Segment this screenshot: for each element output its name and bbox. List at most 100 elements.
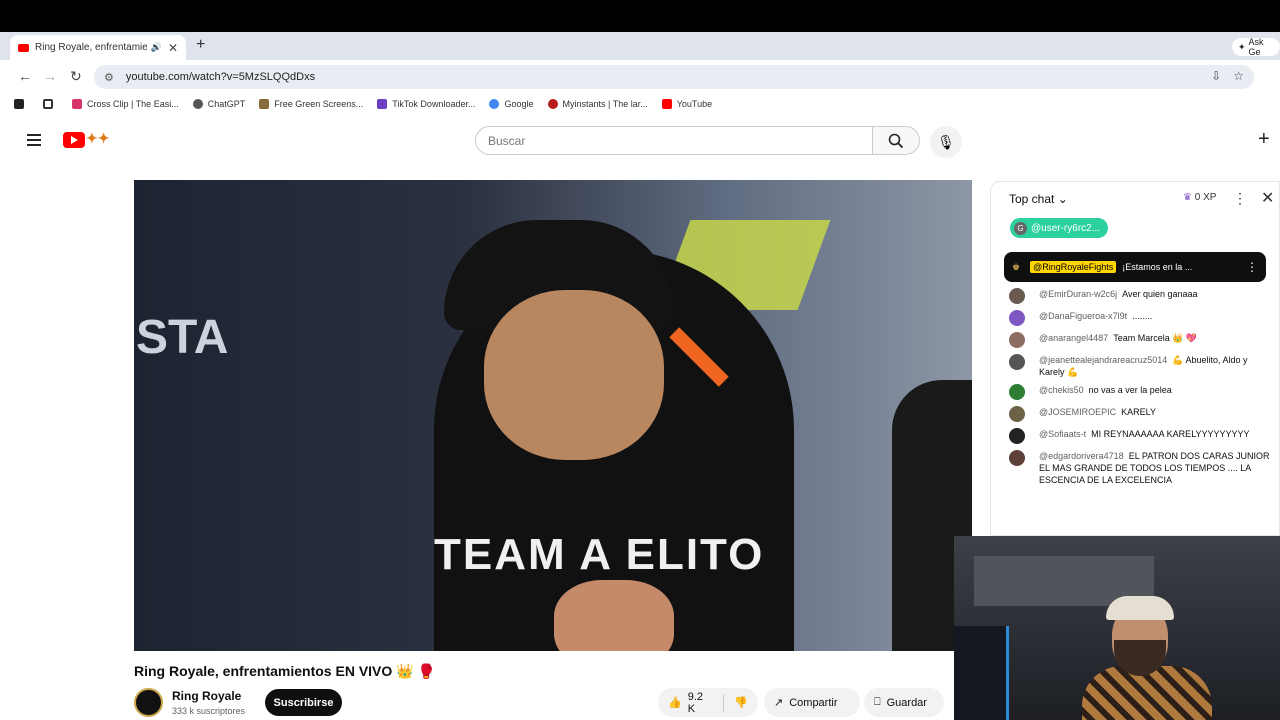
chat-username[interactable]: @edgardorivera4718 <box>1039 451 1124 461</box>
chat-message-body: @Sofiaats-t MI REYNAAAAAA KARELYYYYYYYYY <box>1039 428 1250 444</box>
chat-username[interactable]: @anarangel4487 <box>1039 333 1108 343</box>
doodle-icon: ✦✦ <box>86 130 110 146</box>
ask-gemini-button[interactable]: ✦ Ask Ge <box>1232 37 1280 57</box>
subscriber-count: 333 k suscriptores <box>172 706 246 716</box>
close-tab-icon[interactable]: ✕ <box>168 41 178 55</box>
youtube-logo[interactable] <box>63 132 85 148</box>
bookmark-youtube[interactable]: YouTube <box>661 99 713 109</box>
chat-message[interactable]: @DanaFigueroa-x7l9t........ <box>1009 310 1271 326</box>
speaker-icon[interactable]: 🔊 <box>151 42 162 53</box>
chat-avatar[interactable] <box>1009 450 1025 466</box>
chat-avatar[interactable] <box>1009 428 1025 444</box>
bookmark-chatgpt[interactable]: ChatGPT <box>192 99 246 109</box>
chat-avatar[interactable] <box>1009 310 1025 326</box>
chat-text: KARELY <box>1121 407 1157 417</box>
chat-username[interactable]: @EmirDuran-w2c6j <box>1039 289 1117 299</box>
webcam-cap <box>1106 596 1174 620</box>
video-player[interactable]: STA TEAM A ELITO <box>134 180 972 651</box>
back-icon[interactable]: ← <box>18 68 32 84</box>
bookmark-cross-clip[interactable]: Cross Clip | The Easi... <box>72 99 179 109</box>
chat-message-body: @anarangel4487 Team Marcela 👑 💖 <box>1039 332 1197 348</box>
bookmark-label: YouTube <box>676 99 713 109</box>
channel-name[interactable]: Ring Royale <box>172 689 241 703</box>
bookmarks-bar: Cross Clip | The Easi... ChatGPT Free Gr… <box>0 94 1280 114</box>
chat-message-body: @jeanettealejandrareacruz5014 💪 Abuelito,… <box>1039 354 1271 378</box>
youtube-favicon-icon <box>18 43 29 52</box>
chat-message[interactable]: @Sofiaats-t MI REYNAAAAAA KARELYYYYYYYYY <box>1009 428 1271 444</box>
apps-grid-icon[interactable] <box>43 99 58 109</box>
bookmark-google[interactable]: Google <box>489 99 534 109</box>
chat-text: no vas a ver la pelea <box>1088 385 1172 395</box>
chat-message[interactable]: @EmirDuran-w2c6j Aver quien ganaaa <box>1009 288 1271 304</box>
pinned-more-icon[interactable]: ⋮ <box>1246 260 1258 274</box>
subscribe-button[interactable]: Suscribirse <box>265 689 342 716</box>
mic-icon[interactable]: 🎙 <box>930 126 962 158</box>
bookmark-myinstants[interactable]: Myinstants | The lar... <box>547 99 648 109</box>
save-label: Guardar <box>886 696 927 709</box>
video-title: Ring Royale, enfrentamientos EN VIVO 👑 🥊 <box>134 663 435 680</box>
sidebar-square-icon[interactable] <box>14 99 29 109</box>
bookmark-green-screens[interactable]: Free Green Screens... <box>259 99 363 109</box>
new-tab-button[interactable]: + <box>196 36 205 54</box>
youtube-header: ✦✦ Buscar 🎙 + <box>0 120 1280 162</box>
like-icon[interactable]: 👍 <box>668 696 682 709</box>
chat-username[interactable]: @DanaFigueroa-x7l9t <box>1039 311 1127 321</box>
chat-username[interactable]: @Sofiaats-t <box>1039 429 1086 439</box>
chat-mode-dropdown[interactable]: Top chat ⌄ <box>1009 192 1068 206</box>
chat-username[interactable]: @JOSEMIROEPIC <box>1039 407 1116 417</box>
channel-avatar[interactable] <box>134 688 163 717</box>
chat-message-body: @DanaFigueroa-x7l9t........ <box>1039 310 1152 326</box>
pinned-message[interactable]: ♚ @RingRoyaleFights ¡Estamos en la ... ⋮ <box>1004 252 1266 282</box>
chat-avatar[interactable] <box>1009 332 1025 348</box>
search-input[interactable]: Buscar <box>475 126 873 155</box>
sparkle-icon: ✦ <box>1238 41 1246 52</box>
bookmark-label: TikTok Downloader... <box>392 99 476 109</box>
forward-icon[interactable]: → <box>43 68 57 84</box>
chat-avatar[interactable] <box>1009 384 1025 400</box>
chat-message-body: @JOSEMIROEPIC KARELY <box>1039 406 1156 422</box>
xp-label: 0 XP <box>1194 192 1217 203</box>
chat-message[interactable]: @chekis50 no vas a ver la pelea <box>1009 384 1271 400</box>
save-button[interactable]: ⎕ Guardar <box>864 688 944 717</box>
bookmark-label: ChatGPT <box>207 99 246 109</box>
chat-text: MI REYNAAAAAA KARELYYYYYYYYY <box>1091 429 1250 439</box>
screen: Ring Royale, enfrentamient 🔊 ✕ + ✦ Ask Ge… <box>0 0 1280 720</box>
chat-avatar[interactable] <box>1009 354 1025 370</box>
bookmark-label: Free Green Screens... <box>274 99 364 109</box>
address-bar[interactable]: ⚙ youtube.com/watch?v=5MzSLQQdDxs ⇩ ☆ <box>94 65 1254 89</box>
user-avatar: G <box>1014 221 1027 235</box>
chat-message[interactable]: @jeanettealejandrareacruz5014 💪 Abuelito,… <box>1009 354 1271 378</box>
reload-icon[interactable]: ↻ <box>70 68 82 85</box>
chat-avatar[interactable] <box>1009 288 1025 304</box>
like-count[interactable]: 9.2 K <box>688 691 714 715</box>
xp-badge[interactable]: ♛ 0 XP <box>1183 192 1216 203</box>
close-chat-icon[interactable]: ✕ <box>1261 188 1274 208</box>
ask-label: Ask Ge <box>1248 37 1264 57</box>
video-backdrop-text: STA <box>136 311 229 364</box>
menu-icon[interactable] <box>27 134 41 149</box>
install-icon[interactable]: ⇩ <box>1211 69 1221 83</box>
chat-message[interactable]: @anarangel4487 Team Marcela 👑 💖 <box>1009 332 1271 348</box>
crown-icon: 👑 <box>396 663 414 679</box>
bookmark-label: Cross Clip | The Easi... <box>87 99 179 109</box>
tab-strip: Ring Royale, enfrentamient 🔊 ✕ + ✦ Ask Ge <box>0 32 1280 60</box>
share-icon: ↗ <box>774 697 784 709</box>
chat-avatar[interactable] <box>1009 406 1025 422</box>
chat-more-icon[interactable]: ⋮ <box>1233 190 1247 207</box>
chat-message-body: @EmirDuran-w2c6j Aver quien ganaaa <box>1039 288 1198 304</box>
chat-message[interactable]: @edgardorivera4718 EL PATRON DOS CARAS JU… <box>1009 450 1271 486</box>
shirt-text: TEAM A ELITO <box>434 530 765 579</box>
chat-message[interactable]: @JOSEMIROEPIC KARELY <box>1009 406 1271 422</box>
current-user-pill[interactable]: G @user-ry6rc2... <box>1010 218 1109 238</box>
bookmark-icon: ⎕ <box>874 696 881 708</box>
dislike-icon[interactable]: 👎 <box>734 696 748 709</box>
share-button[interactable]: ↗ Compartir <box>764 688 860 717</box>
star-icon[interactable]: ☆ <box>1233 69 1244 83</box>
create-icon[interactable]: + <box>1258 128 1270 151</box>
search-button[interactable] <box>873 126 920 155</box>
chat-username[interactable]: @jeanettealejandrareacruz5014 <box>1039 355 1167 365</box>
site-settings-icon[interactable]: ⚙ <box>104 71 114 84</box>
chat-username[interactable]: @chekis50 <box>1039 385 1084 395</box>
browser-tab[interactable]: Ring Royale, enfrentamient 🔊 ✕ <box>10 35 186 60</box>
bookmark-tiktok-downloader[interactable]: TikTok Downloader... <box>377 99 475 109</box>
